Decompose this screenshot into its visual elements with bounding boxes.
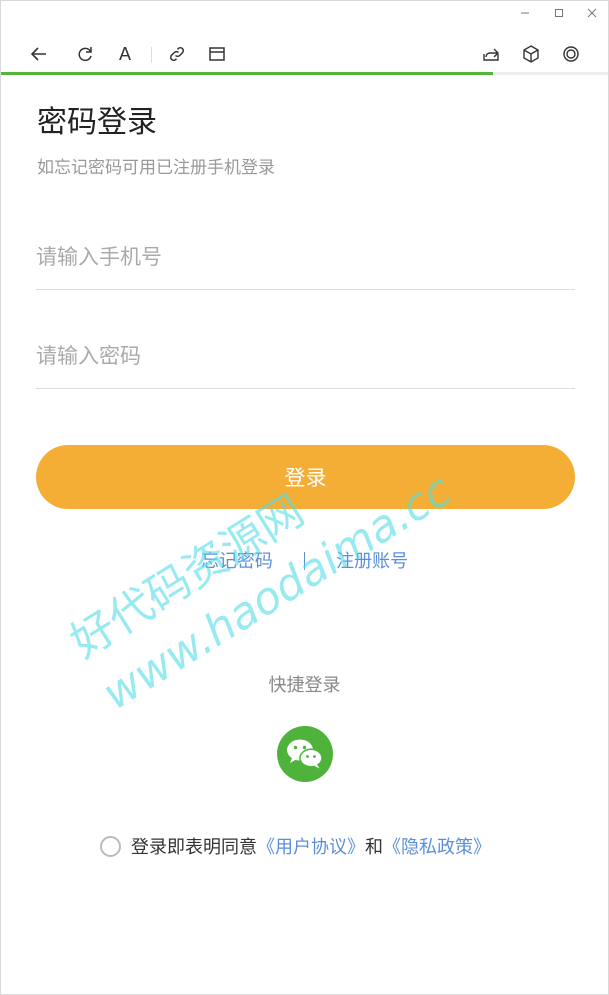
wechat-login-button[interactable] <box>277 726 333 782</box>
privacy-policy-link[interactable]: 《隐私政策》 <box>383 833 491 859</box>
quick-login-label: 快捷登录 <box>268 675 341 696</box>
minimize-icon[interactable] <box>515 5 535 23</box>
window-icon[interactable] <box>204 41 230 67</box>
back-arrow-icon[interactable] <box>26 41 52 67</box>
agreement-row: 登录即表明同意 《用户协议》 和 《隐私政策》 <box>100 833 491 859</box>
browser-toolbar: A <box>1 37 608 71</box>
password-field <box>36 324 575 389</box>
user-agreement-link[interactable]: 《用户协议》 <box>257 833 365 859</box>
font-size-icon[interactable]: A <box>112 41 138 67</box>
phone-field <box>36 225 575 290</box>
agree-radio[interactable] <box>100 835 121 857</box>
page-subtitle: 如忘记密码可用已注册手机登录 <box>37 158 275 178</box>
toolbar-divider <box>151 47 152 63</box>
login-button[interactable]: 登录 <box>36 445 575 509</box>
page-load-progress <box>1 72 608 75</box>
wechat-icon <box>287 739 323 769</box>
password-input[interactable] <box>36 324 575 388</box>
agree-and: 和 <box>365 837 383 858</box>
cube-icon[interactable] <box>518 41 544 67</box>
window-titlebar <box>1 1 608 29</box>
maximize-icon[interactable] <box>549 5 569 23</box>
target-icon[interactable] <box>558 41 584 67</box>
agree-prefix: 登录即表明同意 <box>131 837 257 858</box>
share-icon[interactable] <box>478 41 504 67</box>
progress-fill <box>1 72 493 75</box>
page-title: 密码登录 <box>37 105 157 140</box>
phone-input[interactable] <box>36 225 575 289</box>
link-icon[interactable] <box>164 41 190 67</box>
refresh-icon[interactable] <box>72 41 98 67</box>
close-icon[interactable] <box>582 5 602 23</box>
